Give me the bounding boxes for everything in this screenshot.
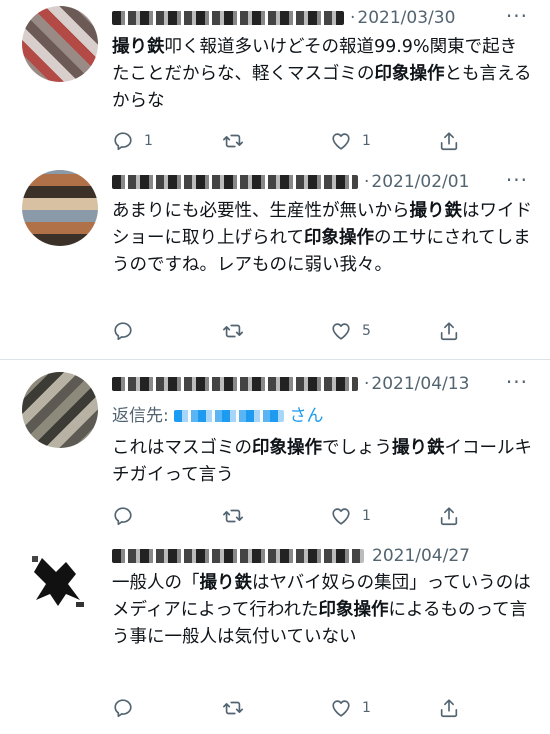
tweet-text: 一般人の「撮り鉄はヤバイ奴らの集団」っていうのはメディアによって行われた印象操作… — [112, 570, 532, 651]
more-icon[interactable]: ··· — [506, 4, 528, 28]
reply-to-prefix: 返信先: — [112, 406, 169, 426]
tweet-4[interactable]: 2021/04/27 一般人の「撮り鉄はヤバイ奴らの集団」っていうのはメディアに… — [0, 540, 550, 734]
tweet-1[interactable]: · 2021/03/30 ··· 撮り鉄叩く報道多いけどその報道99.9%関東で… — [0, 0, 550, 170]
like-icon — [332, 323, 350, 340]
like-icon — [332, 133, 350, 150]
reply-to-suffix[interactable]: さん — [290, 406, 324, 426]
action-bar: 1 — [112, 697, 532, 721]
text-segment: あまりにも必要性、生産性が無いから — [112, 201, 410, 221]
like-count: 1 — [362, 508, 371, 524]
action-bar: 5 — [112, 320, 532, 344]
separator: · — [364, 374, 370, 394]
tweet-3[interactable]: · 2021/04/13 ··· 返信先: さん これはマスゴミの印象操作でしょ… — [0, 370, 550, 535]
reply-icon — [114, 507, 132, 526]
like-button[interactable]: 1 — [330, 505, 371, 527]
reply-icon — [114, 132, 132, 151]
text-segment: でしょう — [322, 438, 392, 458]
action-bar: 1 — [112, 505, 532, 529]
tweet-header: 2021/04/27 — [112, 544, 470, 568]
like-count: 1 — [362, 133, 371, 149]
retweet-icon — [223, 324, 243, 338]
share-button[interactable] — [438, 505, 470, 527]
like-count: 1 — [362, 700, 371, 716]
tweet-header: · 2021/04/13 — [112, 372, 469, 396]
reply-button[interactable] — [112, 505, 144, 527]
keyword-highlight: 撮り鉄 — [392, 438, 445, 458]
more-icon[interactable]: ··· — [506, 370, 528, 394]
avatar[interactable] — [22, 372, 98, 448]
text-segment: 一般人の「 — [112, 573, 200, 593]
timestamp[interactable]: 2021/04/13 — [371, 374, 469, 394]
reply-icon — [114, 699, 132, 718]
like-count: 5 — [362, 323, 371, 339]
timestamp[interactable]: 2021/04/27 — [372, 546, 470, 566]
keyword-highlight: 印象操作 — [374, 64, 445, 84]
tweet-2[interactable]: · 2021/02/01 ··· あまりにも必要性、生産性が無いから撮り鉄はワイ… — [0, 168, 550, 360]
display-name[interactable] — [112, 549, 364, 563]
retweet-button[interactable] — [222, 505, 254, 527]
keyword-highlight: 撮り鉄 — [112, 37, 165, 57]
tweet-header: · 2021/02/01 — [112, 170, 469, 194]
share-icon — [440, 132, 458, 151]
retweet-button[interactable] — [222, 697, 254, 719]
separator: · — [364, 172, 370, 192]
timestamp[interactable]: 2021/03/30 — [357, 8, 455, 28]
like-button[interactable]: 5 — [330, 320, 371, 342]
retweet-icon — [223, 701, 243, 715]
share-button[interactable] — [438, 130, 470, 152]
divider — [0, 359, 550, 360]
action-bar: 1 1 — [112, 130, 532, 154]
share-icon — [440, 507, 458, 526]
like-button[interactable]: 1 — [330, 130, 371, 152]
like-icon — [332, 700, 350, 717]
avatar[interactable] — [22, 170, 98, 246]
timestamp[interactable]: 2021/02/01 — [371, 172, 469, 192]
keyword-highlight: 印象操作 — [252, 438, 322, 458]
reply-icon — [114, 322, 132, 341]
display-name[interactable] — [112, 11, 344, 25]
keyword-highlight: 撮り鉄 — [409, 201, 463, 221]
keyword-highlight: 印象操作 — [318, 600, 389, 620]
reply-to-line: 返信先: さん — [112, 401, 324, 426]
retweet-button[interactable] — [222, 320, 254, 342]
tweet-header: · 2021/03/30 — [112, 6, 455, 30]
reply-button[interactable] — [112, 320, 144, 342]
tweet-text: これはマスゴミの印象操作でしょう撮り鉄イコールキチガイって言う — [112, 435, 532, 489]
tweet-text: 撮り鉄叩く報道多いけどその報道99.9%関東で起きたことだからな、軽くマスゴミの… — [112, 34, 532, 115]
reply-to-handle[interactable] — [174, 410, 285, 422]
share-button[interactable] — [438, 320, 470, 342]
reply-button[interactable]: 1 — [112, 130, 153, 152]
retweet-button[interactable] — [222, 130, 254, 152]
text-segment: これはマスゴミの — [112, 438, 252, 458]
like-button[interactable]: 1 — [330, 697, 371, 719]
avatar[interactable] — [22, 544, 98, 620]
separator: · — [350, 8, 356, 28]
keyword-highlight: 撮り鉄 — [199, 573, 253, 593]
display-name[interactable] — [112, 175, 358, 189]
share-icon — [440, 322, 458, 341]
keyword-highlight: 印象操作 — [303, 228, 374, 248]
like-icon — [332, 508, 350, 525]
reply-button[interactable] — [112, 697, 144, 719]
retweet-icon — [223, 134, 243, 148]
share-button[interactable] — [438, 697, 470, 719]
more-icon[interactable]: ··· — [506, 168, 528, 192]
avatar[interactable] — [22, 6, 98, 82]
tweet-text: あまりにも必要性、生産性が無いから撮り鉄はワイドショーに取り上げられて印象操作の… — [112, 198, 532, 279]
display-name[interactable] — [112, 377, 358, 391]
avatar-graphic — [32, 556, 84, 607]
share-icon — [440, 699, 458, 718]
reply-count: 1 — [144, 133, 153, 149]
retweet-icon — [223, 509, 243, 523]
